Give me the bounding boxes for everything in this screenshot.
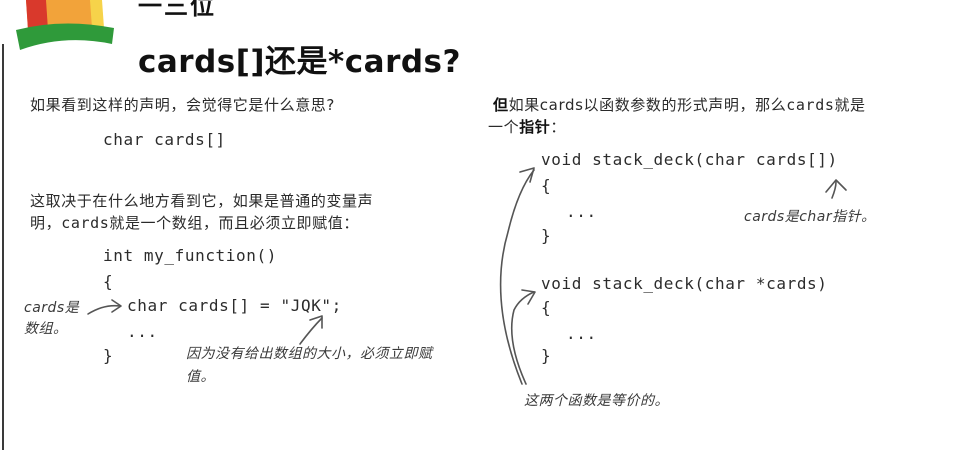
arrow-equivalent-lower-icon <box>510 291 535 385</box>
arrow-equivalent-upper-icon <box>499 169 535 385</box>
annotation-arrows <box>87 167 847 385</box>
arrow-size-note-icon <box>299 317 323 345</box>
